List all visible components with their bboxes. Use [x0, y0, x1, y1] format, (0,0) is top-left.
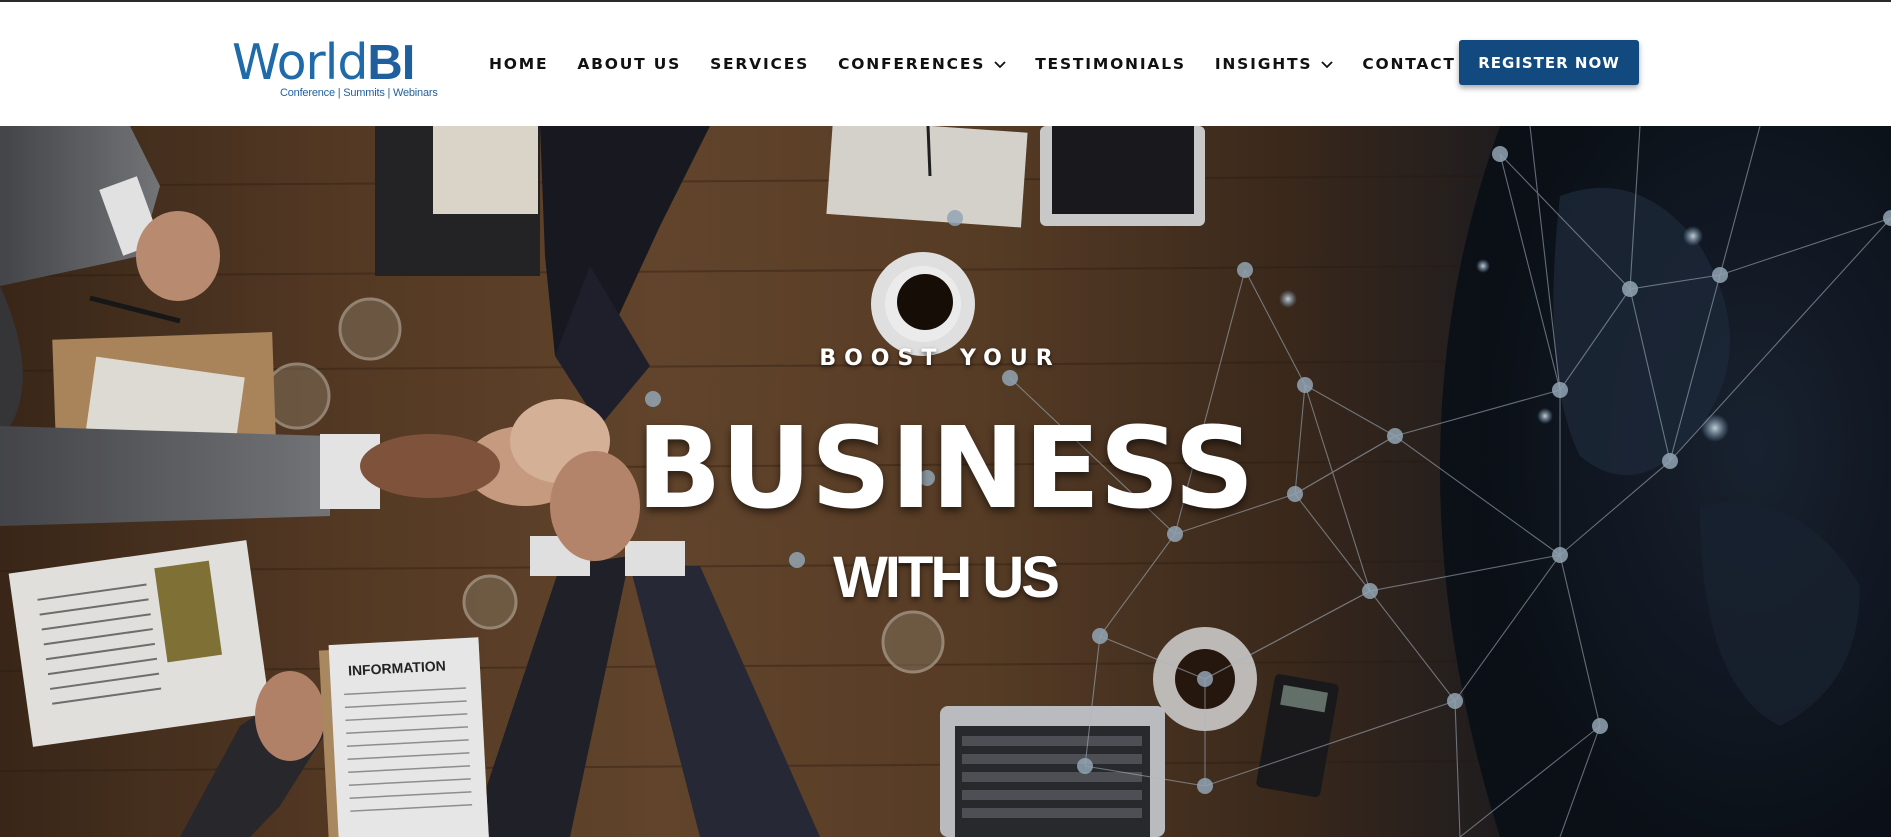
- nav-conferences-label: CONFERENCES: [838, 55, 986, 73]
- main-navigation: HOME ABOUT US SERVICES CONFERENCES TESTI…: [489, 52, 1490, 76]
- logo-word-world: World: [232, 34, 368, 91]
- nav-services-label: SERVICES: [710, 55, 810, 73]
- hero-banner: BOOST YOUR BUSINESS WITH US INFORMATION: [0, 126, 1891, 837]
- hero-headline: BUSINESS: [636, 404, 1254, 534]
- nav-home-label: HOME: [489, 55, 549, 73]
- nav-about-us-label: ABOUT US: [577, 55, 682, 73]
- logo-wordmark: WorldBI: [232, 36, 415, 90]
- worldbi-logo[interactable]: WorldBI Conference | Summits | Webinars: [232, 36, 438, 102]
- logo-tagline: Conference | Summits | Webinars: [280, 87, 438, 99]
- nav-testimonials-label: TESTIMONIALS: [1035, 55, 1186, 73]
- nav-testimonials[interactable]: TESTIMONIALS: [1035, 55, 1186, 73]
- chevron-down-icon: [1321, 60, 1333, 68]
- site-header: WorldBI Conference | Summits | Webinars …: [0, 2, 1891, 126]
- hero-subheadline: WITH US: [833, 545, 1060, 610]
- nav-about-us[interactable]: ABOUT US: [577, 55, 681, 73]
- nav-insights-label: INSIGHTS: [1214, 55, 1313, 73]
- nav-insights[interactable]: INSIGHTS: [1215, 55, 1334, 73]
- logo-word-bi: BI: [367, 36, 415, 90]
- nav-home[interactable]: HOME: [489, 55, 548, 73]
- nav-conferences[interactable]: CONFERENCES: [838, 55, 1006, 73]
- chevron-down-icon: [994, 60, 1006, 68]
- hero-kicker: BOOST YOUR: [819, 346, 1061, 371]
- register-now-button[interactable]: REGISTER NOW: [1459, 40, 1639, 85]
- nav-services[interactable]: SERVICES: [710, 55, 809, 73]
- hero-text-block: BOOST YOUR BUSINESS WITH US: [0, 126, 1891, 837]
